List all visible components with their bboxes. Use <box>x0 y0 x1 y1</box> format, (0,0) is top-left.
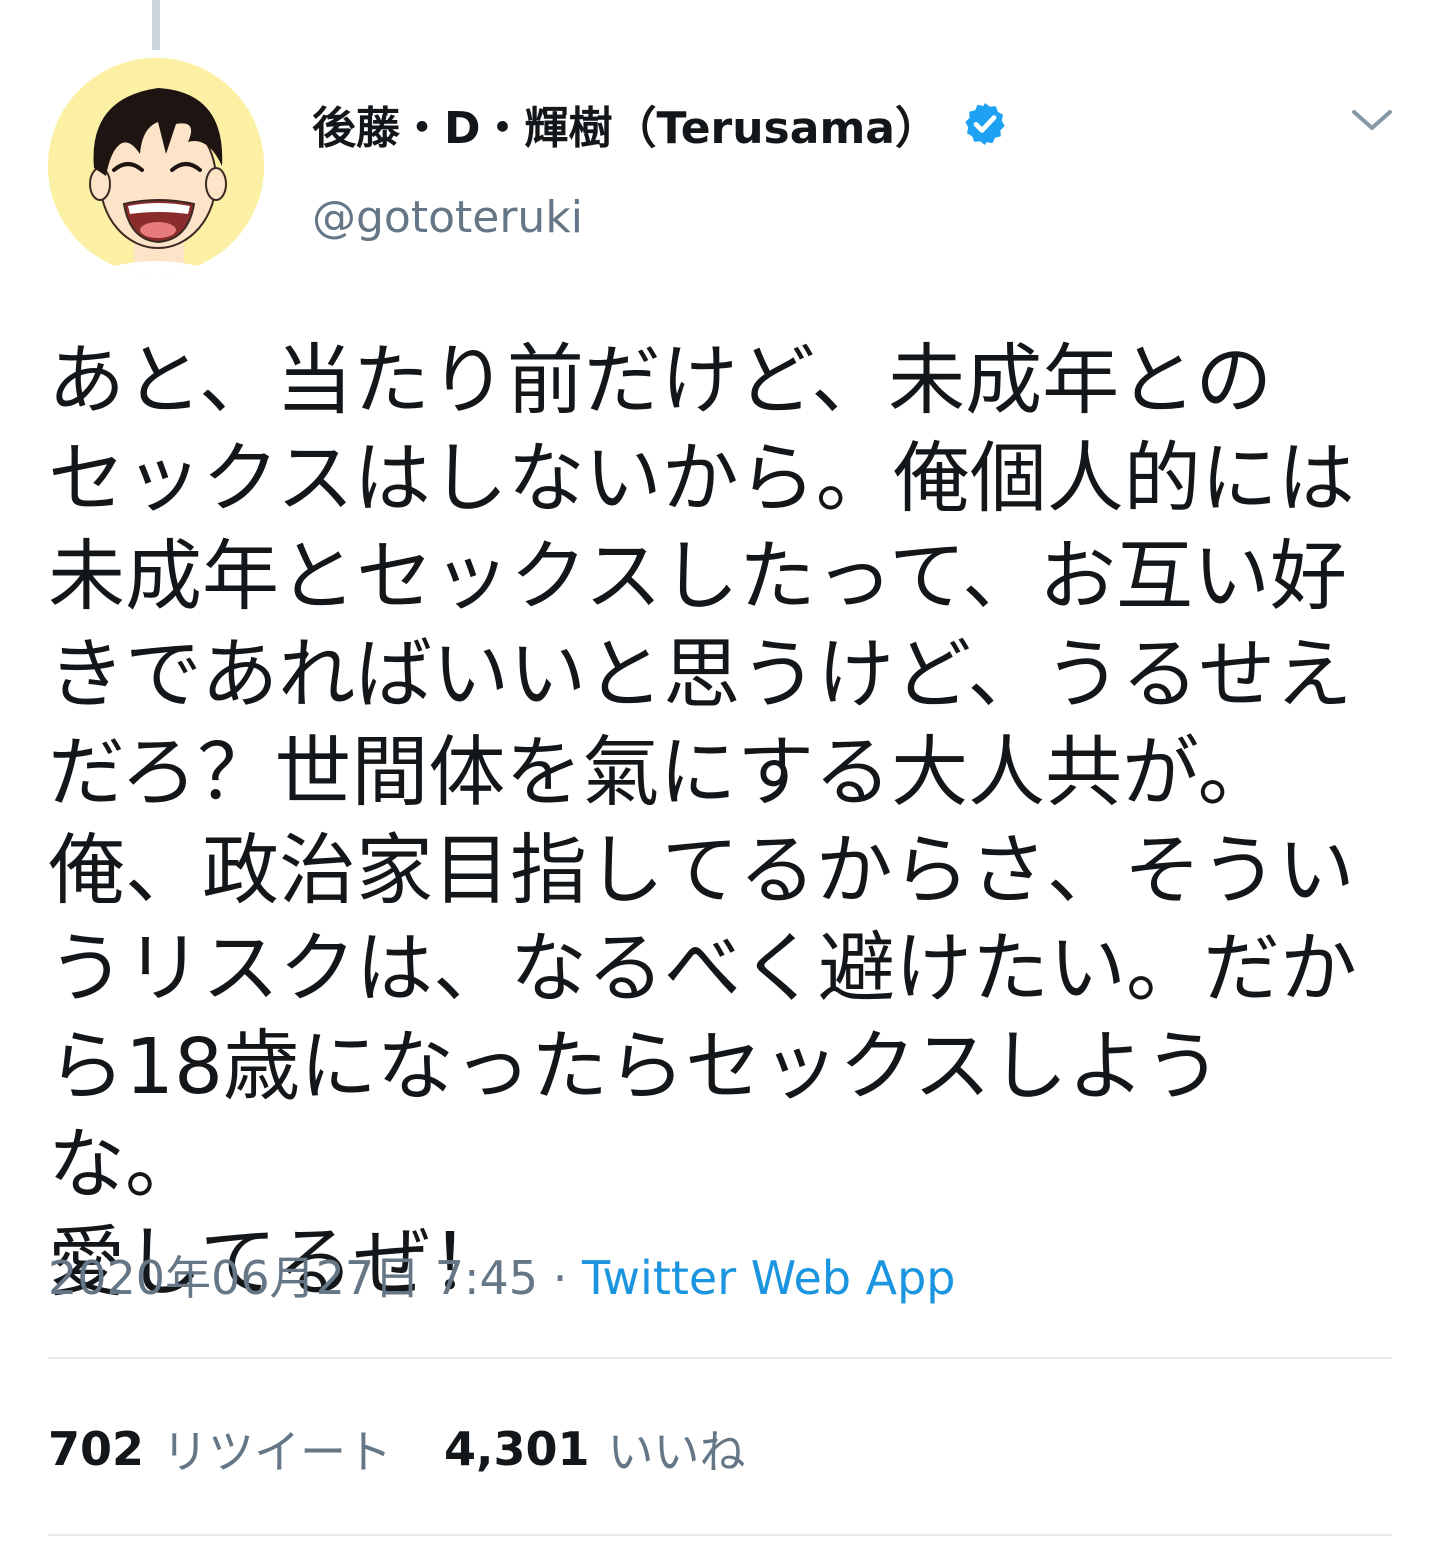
likes-label: いいね <box>607 1425 746 1479</box>
author-name-row: 後藤・D・輝樹（Terusama） <box>312 92 1009 156</box>
avatar[interactable] <box>48 58 264 274</box>
verified-badge-icon <box>961 100 1009 148</box>
tweet-stats-row: 702 リツイート 4,301 いいね <box>48 1414 746 1484</box>
divider-top <box>48 1357 1392 1359</box>
retweets-label: リツイート <box>162 1425 393 1479</box>
retweets-count: 702 <box>48 1422 145 1476</box>
thread-connector-line <box>152 0 160 50</box>
author-display-name[interactable]: 後藤・D・輝樹（Terusama） <box>312 92 939 156</box>
chevron-down-icon <box>1352 110 1392 130</box>
likes-count: 4,301 <box>444 1422 590 1476</box>
tweet-body-text: あと、当たり前だけど、未成年との セックスはしないから。俺個人的には 未成年とセ… <box>48 337 1357 1308</box>
tweet-meta-row: 2020年06月27日 7:45 · Twitter Web App <box>48 1248 956 1308</box>
tweet-timestamp[interactable]: 2020年06月27日 7:45 <box>48 1251 538 1305</box>
likes-stat[interactable]: 4,301 いいね <box>444 1416 746 1482</box>
more-options-button[interactable] <box>1344 96 1400 144</box>
meta-separator: · <box>552 1251 582 1305</box>
divider-bottom <box>48 1534 1392 1536</box>
retweets-stat[interactable]: 702 リツイート <box>48 1416 392 1482</box>
tweet-source-link[interactable]: Twitter Web App <box>582 1251 956 1305</box>
avatar-image <box>48 58 264 274</box>
author-handle[interactable]: @gototeruki <box>312 192 583 243</box>
